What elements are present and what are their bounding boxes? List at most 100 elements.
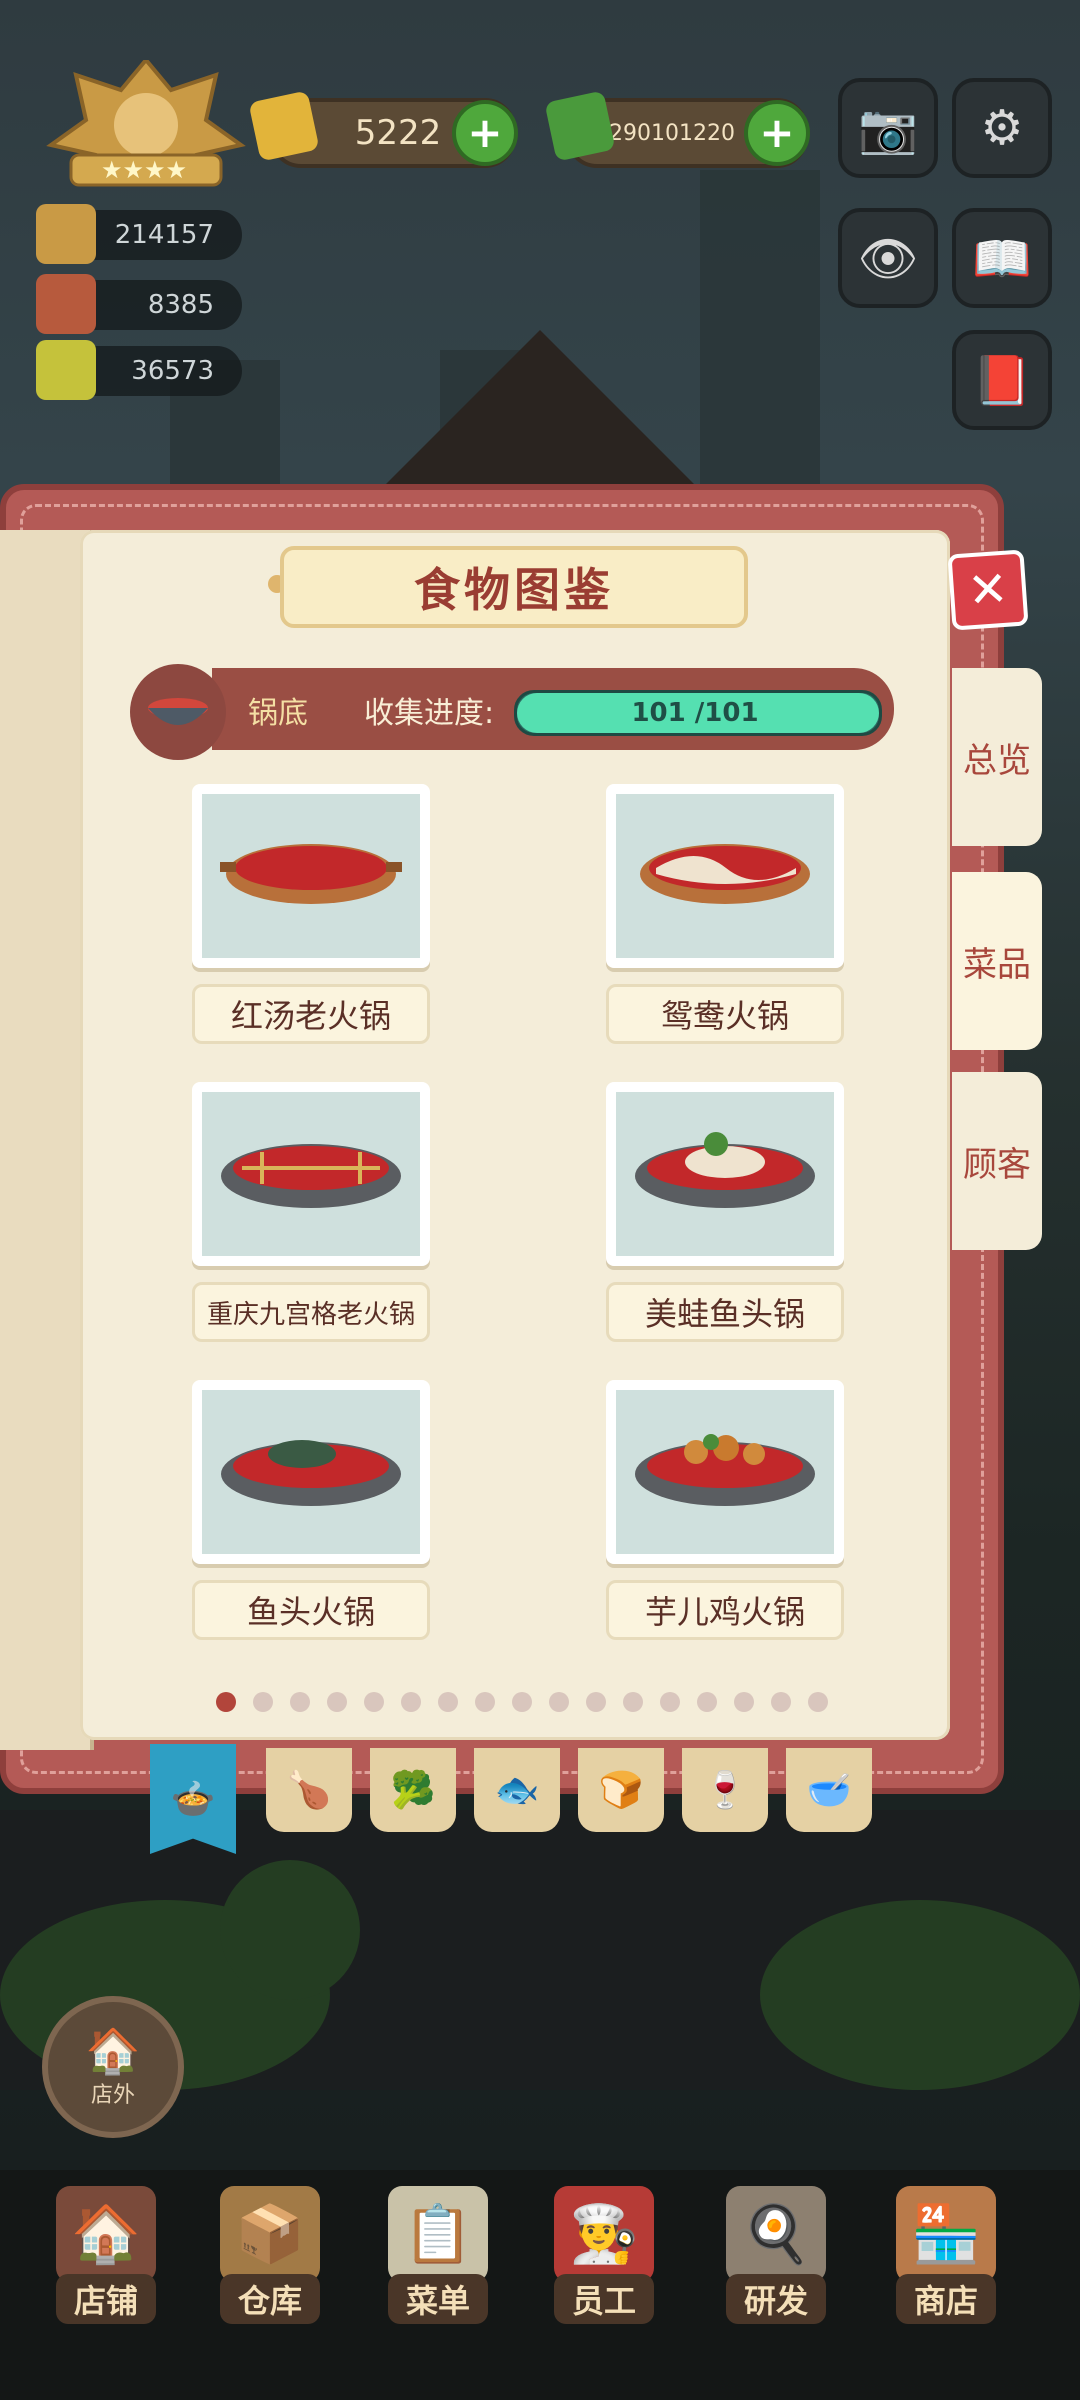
category-tab-hotpot[interactable]: 🍲 [150, 1744, 236, 1854]
cash-value: 290101220 [609, 120, 735, 146]
food-name: 芋儿鸡火锅 [606, 1580, 844, 1640]
food-card[interactable] [192, 1380, 430, 1564]
food-name: 鱼头火锅 [192, 1580, 430, 1640]
page-dot[interactable] [660, 1692, 680, 1712]
settings-button[interactable]: ⚙ [952, 78, 1052, 178]
crate-icon: 📦 [220, 2186, 320, 2282]
hotpot-image [616, 1092, 834, 1256]
stat-dish-pill: 8385 [36, 274, 242, 334]
hotpot-image [202, 1092, 420, 1256]
gear-icon: ⚙ [980, 100, 1024, 156]
hotpot-stat-icon [36, 204, 96, 264]
food-card[interactable] [606, 1082, 844, 1266]
food-card[interactable] [606, 1380, 844, 1564]
tab-overview[interactable]: 总览 [952, 668, 1042, 846]
wine-icon: 🍷 [702, 1770, 748, 1811]
stat-ticket-value: 36573 [131, 356, 214, 386]
store-icon: 🏠 [56, 2186, 156, 2282]
view-button[interactable]: 👁 [838, 208, 938, 308]
page-dot[interactable] [364, 1692, 384, 1712]
outside-button[interactable]: 🏠 店外 [42, 1996, 184, 2138]
chef-icon: 👨‍🍳 [554, 2186, 654, 2282]
gold-ingot-icon [248, 90, 320, 162]
nav-staff[interactable]: 👨‍🍳 员工 [544, 2186, 664, 2346]
page-dot[interactable] [808, 1692, 828, 1712]
cooking-pot-icon: 🍳 [726, 2186, 826, 2282]
nav-research[interactable]: 🍳 研发 [716, 2186, 836, 2346]
food-name: 美蛙鱼头锅 [606, 1282, 844, 1342]
camera-button[interactable]: 📷 [838, 78, 938, 178]
category-tab-staple[interactable]: 🍞 [578, 1748, 664, 1832]
help-book-icon: 📖 [972, 230, 1032, 287]
close-icon: ✕ [965, 560, 1011, 620]
page-dot[interactable] [327, 1692, 347, 1712]
add-gold-button[interactable]: + [452, 100, 518, 166]
category-tab-dessert[interactable]: 🥣 [786, 1748, 872, 1832]
nav-store[interactable]: 🏠 店铺 [46, 2186, 166, 2346]
journal-icon: 📕 [972, 352, 1032, 409]
page-dot[interactable] [253, 1692, 273, 1712]
rank-badge-icon[interactable]: ★★★★ [46, 56, 246, 200]
nav-research-label: 研发 [725, 2274, 826, 2324]
guide-button[interactable]: 📖 [952, 208, 1052, 308]
shop-icon: 🏪 [896, 2186, 996, 2282]
nav-shop[interactable]: 🏪 商店 [886, 2186, 1006, 2346]
cloche-icon [36, 274, 96, 334]
cash-counter: 290101220 + [544, 90, 810, 168]
gold-value: 5222 [354, 113, 442, 153]
category-label: 锅底 [248, 696, 308, 731]
hotpot-image [616, 794, 834, 958]
page-dot[interactable] [623, 1692, 643, 1712]
page-indicator [216, 1692, 828, 1712]
progress-label: 收集进度: [364, 696, 495, 731]
food-name: 鸳鸯火锅 [606, 984, 844, 1044]
category-icon [130, 664, 226, 760]
tab-customers[interactable]: 顾客 [952, 1072, 1042, 1250]
page-dot[interactable] [401, 1692, 421, 1712]
page-dot[interactable] [475, 1692, 495, 1712]
nav-staff-label: 员工 [553, 2274, 654, 2324]
broccoli-icon: 🥦 [390, 1770, 436, 1811]
stat-ticket-pill: 36573 [36, 340, 242, 400]
page-dot[interactable] [697, 1692, 717, 1712]
category-tab-vegetable[interactable]: 🥦 [370, 1748, 456, 1832]
fish-icon: 🐟 [494, 1770, 540, 1811]
stat-pot-pill: 214157 [36, 204, 242, 264]
close-button[interactable]: ✕ [947, 549, 1029, 631]
bread-icon: 🍞 [598, 1770, 644, 1811]
food-card[interactable] [192, 784, 430, 968]
category-tab-drink[interactable]: 🍷 [682, 1748, 768, 1832]
food-card[interactable] [606, 784, 844, 968]
camera-icon: 📷 [858, 100, 918, 157]
page-dot[interactable] [438, 1692, 458, 1712]
category-tab-seafood[interactable]: 🐟 [474, 1748, 560, 1832]
tab-dishes-label: 菜品 [963, 944, 1031, 985]
page-dot[interactable] [734, 1692, 754, 1712]
page-dot[interactable] [771, 1692, 791, 1712]
food-card[interactable] [192, 1082, 430, 1266]
nav-menu[interactable]: 📋 菜单 [378, 2186, 498, 2346]
nav-menu-label: 菜单 [387, 2274, 488, 2324]
page-title: 食物图鉴 [280, 546, 748, 628]
hotpot-icon: 🍲 [170, 1779, 216, 1820]
page-dot[interactable] [216, 1692, 236, 1712]
hotpot-image [616, 1390, 834, 1554]
drumstick-icon: 🍗 [286, 1770, 332, 1811]
soup-icon: 🥣 [806, 1770, 852, 1811]
add-cash-button[interactable]: + [744, 100, 810, 166]
page-dot[interactable] [290, 1692, 310, 1712]
journal-button[interactable]: 📕 [952, 330, 1052, 430]
page-dot[interactable] [512, 1692, 532, 1712]
category-tab-meat[interactable]: 🍗 [266, 1748, 352, 1832]
nav-warehouse[interactable]: 📦 仓库 [210, 2186, 330, 2346]
page-dot[interactable] [586, 1692, 606, 1712]
tab-dishes[interactable]: 菜品 [952, 872, 1042, 1050]
nav-store-label: 店铺 [55, 2274, 156, 2324]
hotpot-image [202, 1390, 420, 1554]
eye-icon: 👁 [857, 230, 919, 287]
page-dot[interactable] [549, 1692, 569, 1712]
food-name: 重庆九宫格老火锅 [192, 1282, 430, 1342]
outside-label: 店外 [90, 2083, 135, 2108]
nav-shop-label: 商店 [895, 2274, 996, 2324]
tab-overview-label: 总览 [963, 740, 1031, 781]
